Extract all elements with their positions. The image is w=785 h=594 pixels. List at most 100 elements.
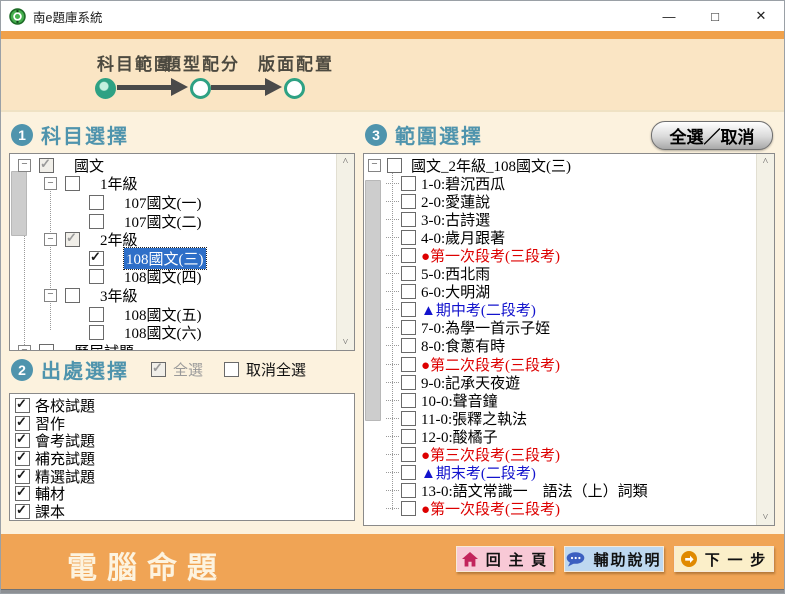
source-item[interactable]: 課本 — [10, 503, 354, 521]
range-tree-panel: 國文_2年級_108國文(三) 1-0:碧沉西瓜 2-0:愛蓮說 3-0:古詩選… — [363, 153, 775, 526]
checkbox[interactable] — [401, 320, 416, 335]
tree-item-lesson[interactable]: 8-0:食蔥有時 — [364, 337, 774, 355]
deselect-all-checkbox[interactable] — [224, 362, 239, 377]
checkbox[interactable] — [387, 158, 402, 173]
home-button-label: 回 主 頁 — [486, 549, 549, 570]
step-arrow-head-icon — [171, 78, 188, 96]
tree-item-subject[interactable]: 國文 — [10, 156, 354, 175]
tree-item-exam[interactable]: ●第二次段考(三段考) — [364, 355, 774, 373]
tree-item-label[interactable]: 歷屆試題 — [74, 341, 134, 351]
accent-strip — [1, 31, 784, 39]
tree-item-lesson[interactable]: 10-0:聲音鐘 — [364, 391, 774, 409]
collapse-icon[interactable] — [368, 159, 381, 172]
tree-item-lesson[interactable]: 12-0:酸橘子 — [364, 427, 774, 445]
collapse-icon[interactable] — [44, 233, 57, 246]
title-bar: 南e題庫系統 — □ ✕ — [1, 1, 784, 32]
checkbox[interactable] — [15, 433, 30, 448]
tree-item-exam[interactable]: ▲期中考(二段考) — [364, 301, 774, 319]
next-step-button[interactable]: 下 一 步 — [674, 546, 774, 572]
tree-item-book[interactable]: 108國文(六) — [10, 323, 354, 342]
tree-item-lesson[interactable]: 2-0:愛蓮說 — [364, 192, 774, 210]
subject-section-title: 科目選擇 — [41, 120, 129, 149]
tree-item-exam[interactable]: ●第一次段考(三段考) — [364, 500, 774, 518]
tree-item-lesson[interactable]: 4-0:歲月跟著 — [364, 228, 774, 246]
toggle-all-button[interactable]: 全選／取消 — [651, 121, 773, 150]
tree-item-grade[interactable]: 2年級 — [10, 230, 354, 249]
footer-brand: 電腦命題 — [67, 543, 227, 587]
checkbox[interactable] — [401, 393, 416, 408]
tree-item-book[interactable]: 108國文(五) — [10, 305, 354, 324]
checkbox[interactable] — [89, 195, 104, 210]
tree-item-exam[interactable]: ●第一次段考(三段考) — [364, 246, 774, 264]
source-item-label[interactable]: 課本 — [35, 501, 65, 521]
checkbox[interactable] — [401, 230, 416, 245]
tree-item-lesson[interactable]: 13-0:語文常識一 語法（上）詞類 — [364, 482, 774, 500]
checkbox[interactable] — [15, 486, 30, 501]
checkbox[interactable] — [39, 344, 54, 351]
subject-tree: 國文 1年級 107國文(一) 107國文(二) 2年級 108國文(三) 10… — [10, 154, 354, 351]
window-bottom-edge — [1, 589, 784, 594]
checkbox[interactable] — [401, 302, 416, 317]
checkbox[interactable] — [65, 288, 80, 303]
tree-item-grade[interactable]: 3年級 — [10, 286, 354, 305]
checkbox[interactable] — [401, 248, 416, 263]
checkbox[interactable] — [401, 375, 416, 390]
checkbox[interactable] — [401, 212, 416, 227]
tree-item-book[interactable]: 107國文(二) — [10, 212, 354, 231]
tree-item-lesson[interactable]: 5-0:西北雨 — [364, 265, 774, 283]
tree-item-lesson[interactable]: 9-0:記承天夜遊 — [364, 373, 774, 391]
checkbox[interactable] — [89, 269, 104, 284]
checkbox[interactable] — [401, 266, 416, 281]
checkbox[interactable] — [401, 501, 416, 516]
tree-item-label[interactable]: ●第一次段考(三段考) — [421, 498, 560, 519]
tree-item-lesson[interactable]: 7-0:為學一首示子姪 — [364, 319, 774, 337]
tree-item-book[interactable]: 108國文(四) — [10, 268, 354, 287]
checkbox[interactable] — [401, 194, 416, 209]
tree-item-grade[interactable]: 1年級 — [10, 175, 354, 194]
checkbox[interactable] — [15, 451, 30, 466]
collapse-icon[interactable] — [18, 345, 31, 351]
tree-item-lesson[interactable]: 6-0:大明湖 — [364, 283, 774, 301]
checkbox[interactable] — [401, 338, 416, 353]
checkbox[interactable] — [401, 284, 416, 299]
tree-root-item[interactable]: 國文_2年級_108國文(三) — [364, 156, 774, 174]
checkbox[interactable] — [15, 416, 30, 431]
tree-item-exam[interactable]: ▲期末考(二段考) — [364, 464, 774, 482]
checkbox[interactable] — [15, 504, 30, 519]
checkbox[interactable] — [401, 465, 416, 480]
close-button[interactable]: ✕ — [738, 1, 784, 31]
collapse-icon[interactable] — [44, 289, 57, 302]
checkbox[interactable] — [89, 325, 104, 340]
tree-item-lesson[interactable]: 1-0:碧沉西瓜 — [364, 174, 774, 192]
tree-item-book-selected[interactable]: 108國文(三) — [10, 249, 354, 268]
minimize-button[interactable]: — — [646, 1, 692, 31]
collapse-icon[interactable] — [44, 177, 57, 190]
range-tree: 國文_2年級_108國文(三) 1-0:碧沉西瓜 2-0:愛蓮說 3-0:古詩選… — [364, 154, 774, 518]
checkbox[interactable] — [65, 232, 80, 247]
home-button[interactable]: 回 主 頁 — [456, 546, 554, 572]
tree-item-past-exams[interactable]: 歷屆試題 — [10, 342, 354, 351]
checkbox[interactable] — [401, 176, 416, 191]
collapse-icon[interactable] — [18, 159, 31, 172]
checkbox[interactable] — [401, 357, 416, 372]
checkbox[interactable] — [401, 483, 416, 498]
checkbox[interactable] — [401, 411, 416, 426]
tree-item-book[interactable]: 107國文(一) — [10, 193, 354, 212]
checkbox[interactable] — [89, 251, 104, 266]
tree-item-exam[interactable]: ●第三次段考(三段考) — [364, 446, 774, 464]
checkbox[interactable] — [401, 447, 416, 462]
tree-item-label[interactable]: 108國文(六) — [124, 322, 202, 343]
checkbox[interactable] — [15, 469, 30, 484]
checkbox[interactable] — [39, 158, 54, 173]
step-circle-2 — [190, 78, 211, 99]
maximize-button[interactable]: □ — [692, 1, 738, 31]
checkbox[interactable] — [65, 176, 80, 191]
select-all-checkbox[interactable] — [151, 362, 166, 377]
checkbox[interactable] — [401, 429, 416, 444]
checkbox[interactable] — [89, 307, 104, 322]
checkbox[interactable] — [89, 214, 104, 229]
tree-item-lesson[interactable]: 3-0:古詩選 — [364, 210, 774, 228]
checkbox[interactable] — [15, 398, 30, 413]
tree-item-lesson[interactable]: 11-0:張釋之執法 — [364, 409, 774, 427]
help-button[interactable]: 輔助說明 — [564, 546, 664, 572]
